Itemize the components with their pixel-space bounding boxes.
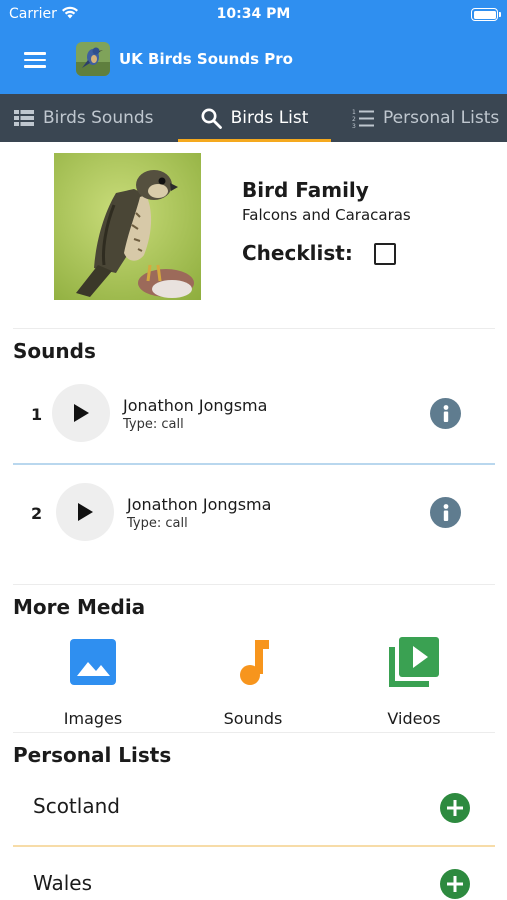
app-title: UK Birds Sounds Pro — [119, 50, 293, 68]
media-videos-button[interactable]: Videos — [354, 635, 474, 728]
tab-birds-list[interactable]: Birds List — [178, 94, 331, 142]
more-media-section-title: More Media — [13, 595, 146, 619]
add-to-list-button[interactable] — [440, 793, 470, 823]
sounds-section-title: Sounds — [13, 339, 96, 363]
checklist-label: Checklist: — [242, 241, 353, 265]
checklist-checkbox[interactable] — [374, 243, 396, 265]
sound-author: Jonathon Jongsma — [123, 396, 268, 415]
play-button[interactable] — [52, 384, 110, 442]
table-list-icon — [14, 110, 34, 126]
tab-label: Birds List — [230, 108, 309, 128]
numbered-list-icon: 1 2 3 — [352, 108, 374, 128]
tab-label: Personal Lists — [383, 108, 500, 128]
divider — [13, 732, 495, 733]
sound-row: 1 Jonathon Jongsma Type: call — [13, 366, 495, 462]
media-label: Images — [63, 709, 123, 728]
play-icon — [78, 503, 93, 521]
search-icon — [201, 108, 222, 129]
play-icon — [74, 404, 89, 422]
divider — [13, 584, 495, 585]
app-header: Carrier 10:34 PM UK Birds Sounds Pro — [0, 0, 507, 94]
svg-text:3: 3 — [352, 123, 356, 128]
sound-index: 2 — [31, 504, 43, 523]
music-note-icon — [240, 640, 269, 685]
media-images-button[interactable]: Images — [33, 635, 153, 728]
bird-photo[interactable] — [54, 153, 201, 300]
status-bar: Carrier 10:34 PM — [0, 0, 507, 30]
tab-personal-lists[interactable]: 1 2 3 Personal Lists — [352, 94, 499, 142]
tab-label: Birds Sounds — [43, 108, 154, 128]
bird-app-icon — [76, 42, 110, 76]
personal-list-name: Scotland — [33, 794, 120, 818]
add-to-list-button[interactable] — [440, 869, 470, 899]
sound-type: Type: call — [123, 417, 184, 432]
hamburger-menu-icon[interactable] — [22, 50, 48, 70]
media-label: Videos — [387, 709, 441, 728]
personal-list-row[interactable]: Scotland — [13, 772, 495, 842]
info-button[interactable] — [430, 497, 461, 528]
sound-author: Jonathon Jongsma — [127, 495, 272, 514]
list-row-divider — [13, 845, 495, 847]
info-button[interactable] — [430, 398, 461, 429]
info-icon — [443, 504, 448, 521]
tab-bar: Birds Sounds Birds List 1 2 3 Personal L… — [0, 94, 507, 142]
play-button[interactable] — [56, 483, 114, 541]
video-library-icon — [389, 637, 439, 687]
bird-family-heading: Bird Family — [242, 178, 369, 202]
media-label: Sounds — [223, 709, 283, 728]
battery-icon — [471, 8, 501, 21]
tab-birds-sounds[interactable]: Birds Sounds — [14, 94, 154, 142]
personal-lists-section-title: Personal Lists — [13, 743, 172, 767]
bird-family-name: Falcons and Caracaras — [242, 206, 411, 224]
sound-index: 1 — [31, 405, 43, 424]
clock: 10:34 PM — [216, 6, 291, 22]
divider — [13, 328, 495, 329]
svg-text:1: 1 — [352, 109, 356, 116]
media-sounds-button[interactable]: Sounds — [193, 635, 313, 728]
plus-icon — [447, 800, 463, 816]
image-icon — [70, 639, 116, 685]
svg-text:2: 2 — [352, 116, 356, 123]
personal-list-row[interactable]: Wales — [13, 849, 495, 900]
personal-list-name: Wales — [33, 871, 93, 895]
sound-row: 2 Jonathon Jongsma Type: call — [13, 465, 495, 561]
sound-type: Type: call — [127, 516, 188, 531]
plus-icon — [447, 876, 463, 892]
info-icon — [443, 405, 448, 422]
